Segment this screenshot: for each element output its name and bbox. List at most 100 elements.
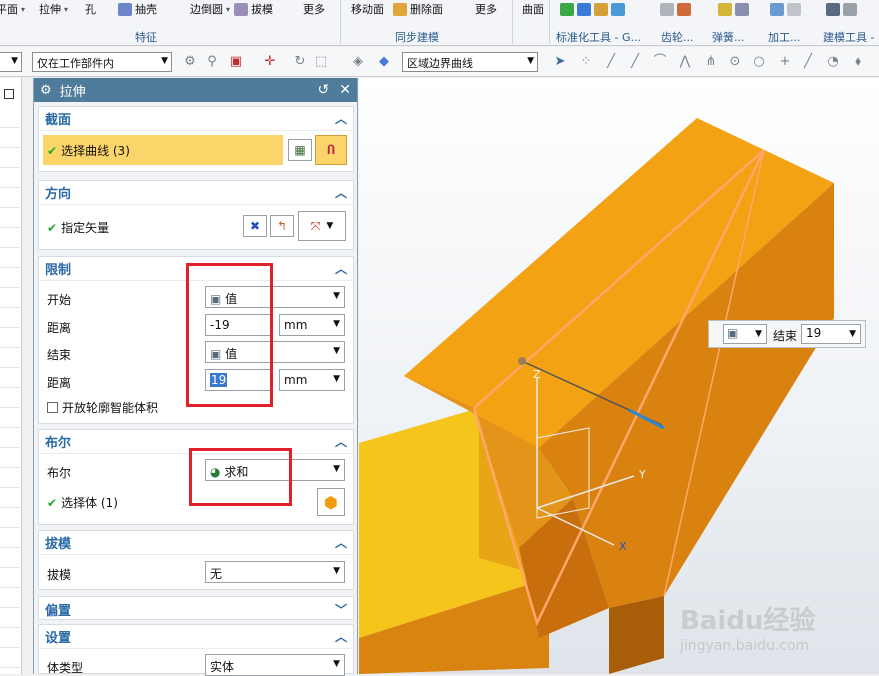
ribbon-move-face-button[interactable]: 移动面: [351, 1, 384, 17]
end-type-mini-select[interactable]: ▣ ▼: [723, 324, 767, 344]
collapse-icon[interactable]: ︿: [335, 534, 347, 551]
ribbon-extrude-button[interactable]: 拉伸 ▾: [39, 1, 68, 17]
open-profile-checkbox[interactable]: [47, 402, 58, 413]
sketch-section-button[interactable]: ▦: [288, 139, 312, 161]
list-item[interactable]: [0, 588, 22, 608]
list-item[interactable]: [0, 228, 22, 248]
polyline-icon[interactable]: ⋀: [677, 54, 693, 70]
curve-icon[interactable]: ⌒: [652, 54, 668, 70]
plus-icon[interactable]: +: [777, 54, 793, 70]
list-item[interactable]: [0, 148, 22, 168]
list-item[interactable]: [0, 268, 22, 288]
section-header[interactable]: 截面 ︿: [39, 107, 353, 131]
collapse-icon[interactable]: ︿: [335, 184, 347, 201]
reset-icon[interactable]: ↺: [318, 82, 330, 98]
ribbon-shell-button[interactable]: 抽壳: [118, 1, 157, 17]
end-mini-input[interactable]: 19 ▼: [801, 324, 861, 344]
std-tool-3-icon[interactable]: [594, 2, 608, 16]
spring-2-icon[interactable]: [735, 2, 749, 16]
list-item[interactable]: [0, 568, 22, 588]
list-item[interactable]: [0, 348, 22, 368]
ribbon-more-feature-button[interactable]: 更多: [303, 1, 325, 17]
body-select-icon[interactable]: ◆: [376, 54, 392, 70]
gear-icon[interactable]: [660, 2, 674, 16]
list-item[interactable]: [0, 468, 22, 488]
ribbon-plane-button[interactable]: 平面 ▾: [0, 1, 25, 17]
ribbon-surface-button[interactable]: 曲面: [522, 1, 544, 17]
ruler-icon[interactable]: ⬧: [850, 54, 866, 70]
collapse-icon[interactable]: ︿: [335, 110, 347, 127]
list-item[interactable]: [0, 288, 22, 308]
machining-icon[interactable]: [770, 2, 784, 16]
face-point-icon[interactable]: ◔: [825, 54, 841, 70]
close-icon[interactable]: ✕: [339, 82, 351, 98]
list-item[interactable]: [0, 328, 22, 348]
vector-type-select[interactable]: ⤧ ▼: [298, 211, 346, 241]
list-item[interactable]: [0, 408, 22, 428]
machining-2-icon[interactable]: [787, 2, 801, 16]
list-item[interactable]: [0, 128, 22, 148]
direction-header[interactable]: 方向 ︿: [39, 181, 353, 205]
hide-icon[interactable]: ↻: [292, 54, 308, 70]
drag-handle[interactable]: [518, 357, 526, 365]
collapse-icon[interactable]: ︿: [335, 260, 347, 277]
graphics-viewport[interactable]: Z Y X: [359, 78, 879, 674]
list-item[interactable]: [0, 388, 22, 408]
select-box-icon[interactable]: ▣: [228, 54, 244, 70]
start-unit-select[interactable]: mm ▼: [279, 314, 345, 336]
checkbox-icon[interactable]: [4, 89, 14, 99]
body-type-select[interactable]: 实体 ▼: [205, 654, 345, 676]
list-item[interactable]: [0, 488, 22, 508]
snap-icon[interactable]: ⚙: [182, 54, 198, 70]
list-item[interactable]: [0, 188, 22, 208]
ribbon-more-sync-button[interactable]: 更多: [475, 1, 497, 17]
list-item[interactable]: [0, 428, 22, 448]
list-item[interactable]: [0, 248, 22, 268]
list-item[interactable]: [0, 368, 22, 388]
line-icon[interactable]: ╱: [603, 54, 619, 70]
list-item[interactable]: [0, 108, 22, 128]
filter-scope-select[interactable]: 仅在工作部件内 ▼: [32, 52, 172, 72]
ribbon-delete-face-button[interactable]: 删除面: [393, 1, 443, 17]
list-item[interactable]: [0, 208, 22, 228]
draft-header[interactable]: 拔模 ︿: [39, 531, 353, 555]
list-item[interactable]: [0, 608, 22, 628]
list-item[interactable]: [0, 648, 22, 668]
spring-icon[interactable]: [718, 2, 732, 16]
offset-header[interactable]: 偏置 ﹀: [39, 597, 353, 621]
cross-select-icon[interactable]: ✛: [262, 54, 278, 70]
reverse-direction-button[interactable]: ✖: [243, 215, 267, 237]
type-filter-select[interactable]: ▼: [0, 52, 22, 72]
gear-icon[interactable]: ⚙: [40, 83, 52, 98]
ribbon-draft-button[interactable]: 拔模: [234, 1, 273, 17]
list-item[interactable]: [0, 628, 22, 648]
list-item[interactable]: [0, 448, 22, 468]
list-item[interactable]: [0, 308, 22, 328]
arrow-icon[interactable]: ➤: [552, 54, 568, 70]
expand-icon[interactable]: ﹀: [335, 601, 347, 618]
tangent-icon[interactable]: ⋔: [703, 54, 719, 70]
ribbon-edge-blend-button[interactable]: 边倒圆 ▾: [190, 1, 230, 17]
line-2-icon[interactable]: ╱: [627, 54, 643, 70]
list-item[interactable]: [0, 548, 22, 568]
filter-icon[interactable]: ⚲: [204, 54, 220, 70]
modeling-tool-icon[interactable]: [826, 2, 840, 16]
face-select-icon[interactable]: ◈: [350, 54, 366, 70]
gear-2-icon[interactable]: [677, 2, 691, 16]
std-tool-1-icon[interactable]: [560, 2, 574, 16]
end-unit-select[interactable]: mm ▼: [279, 369, 345, 391]
list-item[interactable]: [0, 528, 22, 548]
curve-select-button[interactable]: Ⴖ: [315, 135, 347, 165]
draft-type-select[interactable]: 无 ▼: [205, 561, 345, 583]
ribbon-hole-button[interactable]: 孔: [85, 1, 96, 17]
snap-point-icon[interactable]: ⁘: [578, 54, 594, 70]
line-3-icon[interactable]: ╱: [800, 54, 816, 70]
list-item[interactable]: [0, 508, 22, 528]
settings-header[interactable]: 设置 ︿: [39, 625, 353, 649]
list-item[interactable]: [0, 168, 22, 188]
select-body-button[interactable]: ⬢: [317, 488, 345, 516]
circle-center-icon[interactable]: ⊙: [727, 54, 743, 70]
circle-icon[interactable]: ○: [751, 54, 767, 70]
collapse-icon[interactable]: ︿: [335, 628, 347, 645]
std-tool-2-icon[interactable]: [577, 2, 591, 16]
